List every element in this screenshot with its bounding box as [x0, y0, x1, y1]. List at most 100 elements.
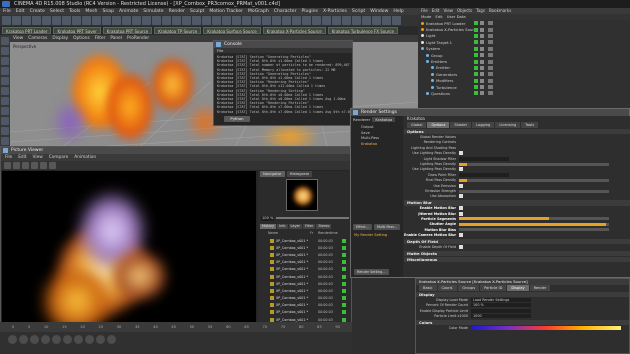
toolbar-tool-icon[interactable] [302, 16, 311, 25]
toolbar-tool-icon[interactable] [282, 16, 291, 25]
pv-tool-icon[interactable] [13, 162, 20, 169]
plugin-tab[interactable]: Krakatoa X-Particles Source [262, 27, 326, 34]
menu-animate[interactable]: Animate [119, 8, 138, 15]
history-row[interactable]: XP_Cornbox_v001 * 00:00:03 [260, 259, 350, 266]
toolbar-tool-icon[interactable] [222, 16, 231, 25]
toolbar-tool-icon[interactable] [342, 16, 351, 25]
param-checkbox[interactable] [459, 244, 463, 249]
render-dot-icon[interactable] [480, 53, 484, 58]
param-checkbox[interactable] [459, 151, 463, 156]
menu-snap[interactable]: Snap [102, 8, 114, 15]
toolbar-tool-icon[interactable] [132, 16, 141, 25]
zoom-slider[interactable] [276, 217, 349, 219]
my-render-setting[interactable]: My Render Setting [354, 233, 387, 237]
rs-tab-logging[interactable]: Logging [472, 122, 495, 128]
visibility-check-icon[interactable] [474, 46, 478, 51]
history-row[interactable]: XP_Cornbox_v001 * 00:00:03 [260, 266, 350, 273]
viewport-menu-display[interactable]: Display [52, 35, 68, 42]
rs-tab-global[interactable]: Global [407, 122, 427, 128]
emitter-tab-groups[interactable]: Groups [458, 285, 480, 291]
mode-tool-icon[interactable] [1, 117, 9, 125]
render-dot-icon[interactable] [480, 33, 484, 38]
rs-tab-licensing[interactable]: Licensing [495, 122, 521, 128]
toolbar-tool-icon[interactable] [262, 16, 271, 25]
render-dot-icon[interactable] [480, 59, 484, 64]
history-row[interactable]: XP_Cornbox_v001 * 00:00:03 [260, 273, 350, 280]
navigator-thumbnail[interactable] [286, 179, 318, 211]
toolbar-tool-icon[interactable] [82, 16, 91, 25]
param-checkbox[interactable] [459, 194, 463, 199]
playback-button-icon[interactable] [52, 335, 61, 344]
side-tab-histogram[interactable]: Histogram [286, 171, 313, 177]
mode-tool-icon[interactable] [1, 87, 9, 95]
toolbar-tool-icon[interactable] [42, 16, 51, 25]
menu-motion-tracker[interactable]: Motion Tracker [209, 8, 243, 15]
mode-tool-icon[interactable] [1, 107, 9, 115]
tag-icon[interactable] [488, 85, 493, 90]
toolbar-tool-icon[interactable] [372, 16, 381, 25]
toolbar-tool-icon[interactable] [182, 16, 191, 25]
visibility-check-icon[interactable] [474, 91, 478, 96]
menu-file[interactable]: File [3, 8, 11, 15]
toolbar-tool-icon[interactable] [152, 16, 161, 25]
rs-section[interactable]: Miscellaneous [404, 257, 630, 263]
visibility-check-icon[interactable] [474, 21, 478, 26]
om-menu-bookmarks[interactable]: Bookmarks [489, 8, 511, 14]
mode-tool-icon[interactable] [1, 97, 9, 105]
toolbar-tool-icon[interactable] [72, 16, 81, 25]
picture-viewer-title-bar[interactable]: Picture Viewer [1, 147, 351, 154]
history-row[interactable]: XP_Cornbox_v001 * 00:00:03 [260, 244, 350, 251]
mode-tool-icon[interactable] [1, 137, 9, 145]
viewport-menu-options[interactable]: Options [73, 35, 90, 42]
tag-icon[interactable] [488, 27, 493, 32]
emitter-param-value[interactable]: Load Render Settings [471, 298, 531, 303]
menu-create[interactable]: Create [30, 8, 45, 15]
hist-tab-info[interactable]: Info [277, 224, 288, 229]
pv-menu-view[interactable]: View [33, 154, 43, 161]
param-field[interactable] [459, 156, 509, 161]
menu-tools[interactable]: Tools [69, 8, 80, 15]
toolbar-tool-icon[interactable] [52, 16, 61, 25]
playback-button-icon[interactable] [85, 335, 94, 344]
render-settings-title-bar[interactable]: Render Settings [351, 109, 629, 116]
zoom-field[interactable]: 100 % [261, 215, 274, 221]
plugin-tab[interactable]: Krakatoa PRT Source [102, 27, 153, 34]
history-row[interactable]: XP_Cornbox_v001 * 00:00:03 [260, 237, 350, 244]
menu-help[interactable]: Help [393, 8, 403, 15]
rs-section[interactable]: Matte Objects [404, 250, 630, 257]
tag-icon[interactable] [488, 46, 493, 51]
console-title-bar[interactable]: Console [214, 41, 352, 48]
param-slider[interactable] [459, 228, 609, 232]
emitter-tab-render[interactable]: Render [529, 285, 551, 291]
playback-button-icon[interactable] [96, 335, 105, 344]
menu-edit[interactable]: Edit [16, 8, 25, 15]
menu-character[interactable]: Character [274, 8, 297, 15]
mode-tool-icon[interactable] [1, 77, 9, 85]
toolbar-tool-icon[interactable] [202, 16, 211, 25]
pv-tool-icon[interactable] [49, 162, 56, 169]
toolbar-tool-icon[interactable] [2, 16, 11, 25]
plugin-tab[interactable]: Krakatoa PRT Loader [2, 27, 52, 34]
toolbar-tool-icon[interactable] [102, 16, 111, 25]
toolbar-tool-icon[interactable] [292, 16, 301, 25]
toolbar-tool-icon[interactable] [162, 16, 171, 25]
toolbar-tool-icon[interactable] [312, 16, 321, 25]
plugin-tab[interactable]: Krakatoa PRT Saver [53, 27, 101, 34]
visibility-check-icon[interactable] [474, 33, 478, 38]
python-button[interactable]: Python [224, 116, 250, 122]
visibility-check-icon[interactable] [474, 59, 478, 64]
tag-icon[interactable] [488, 72, 493, 77]
toolbar-tool-icon[interactable] [332, 16, 341, 25]
hist-tab-layer[interactable]: Layer [288, 224, 302, 229]
param-checkbox[interactable] [459, 211, 463, 216]
plugin-tab[interactable]: Krakatoa Surface Source [203, 27, 261, 34]
mode-tool-icon[interactable] [1, 67, 9, 75]
history-row[interactable]: XP_Cornbox_v001 * 00:00:03 [260, 295, 350, 302]
tag-icon[interactable] [488, 91, 493, 96]
toolbar-tool-icon[interactable] [122, 16, 131, 25]
toolbar-tool-icon[interactable] [62, 16, 71, 25]
pv-tool-icon[interactable] [40, 162, 47, 169]
param-checkbox[interactable] [459, 167, 463, 172]
hist-tab-stereo[interactable]: Stereo [316, 224, 332, 229]
param-slider[interactable] [459, 189, 609, 193]
